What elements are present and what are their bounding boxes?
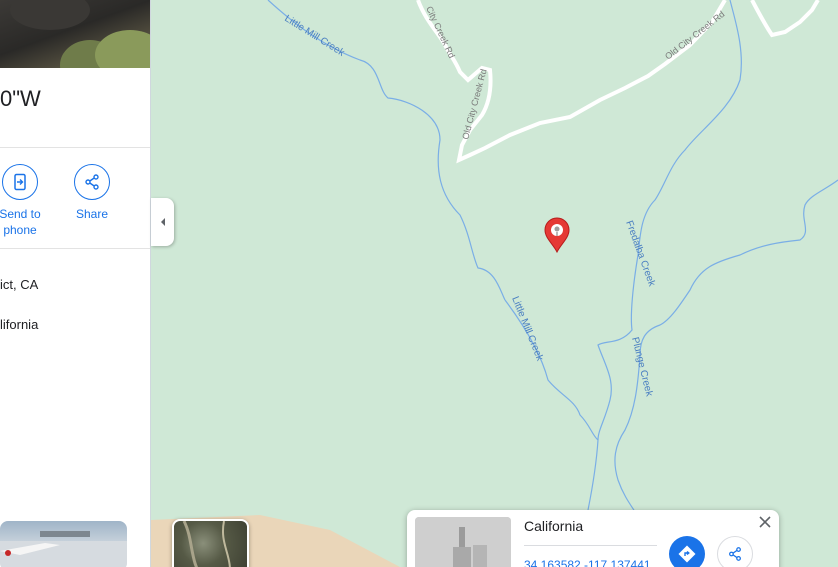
card-share-button[interactable] [717, 536, 753, 567]
send-to-phone-icon [2, 164, 38, 200]
close-card-button[interactable] [757, 514, 773, 530]
nearby-photo-thumbnail[interactable] [0, 521, 127, 567]
region-line[interactable]: lifornia [0, 317, 38, 332]
directions-icon [678, 545, 696, 563]
share-label: Share [75, 207, 109, 221]
place-title: 0"W [0, 86, 41, 111]
address-line[interactable]: ict, CA [0, 277, 38, 292]
place-hero-photo[interactable] [0, 0, 150, 68]
send-to-phone-label: Send to phone [0, 207, 41, 237]
divider [0, 248, 150, 249]
collapse-arrow-icon [160, 218, 165, 226]
directions-button[interactable] [669, 536, 705, 567]
share-icon [729, 547, 741, 561]
close-icon [759, 516, 771, 528]
place-card-coordinates[interactable]: 34.163582,-117.137441 [524, 558, 651, 567]
collapse-panel-button[interactable] [151, 198, 174, 246]
share-button[interactable]: Share [62, 164, 122, 222]
place-details-panel: 0"W Send to phone Share ict, CA lifornia [0, 0, 151, 567]
share-icon [74, 164, 110, 200]
place-card-title: California [524, 518, 584, 534]
divider [524, 545, 657, 546]
place-summary-card[interactable]: California 34.163582,-117.137441 [407, 510, 779, 567]
divider [0, 147, 150, 148]
place-card-photo[interactable] [415, 517, 511, 567]
send-to-phone-button[interactable]: Send to phone [0, 164, 50, 238]
layers-toggle-button[interactable] [172, 519, 249, 567]
